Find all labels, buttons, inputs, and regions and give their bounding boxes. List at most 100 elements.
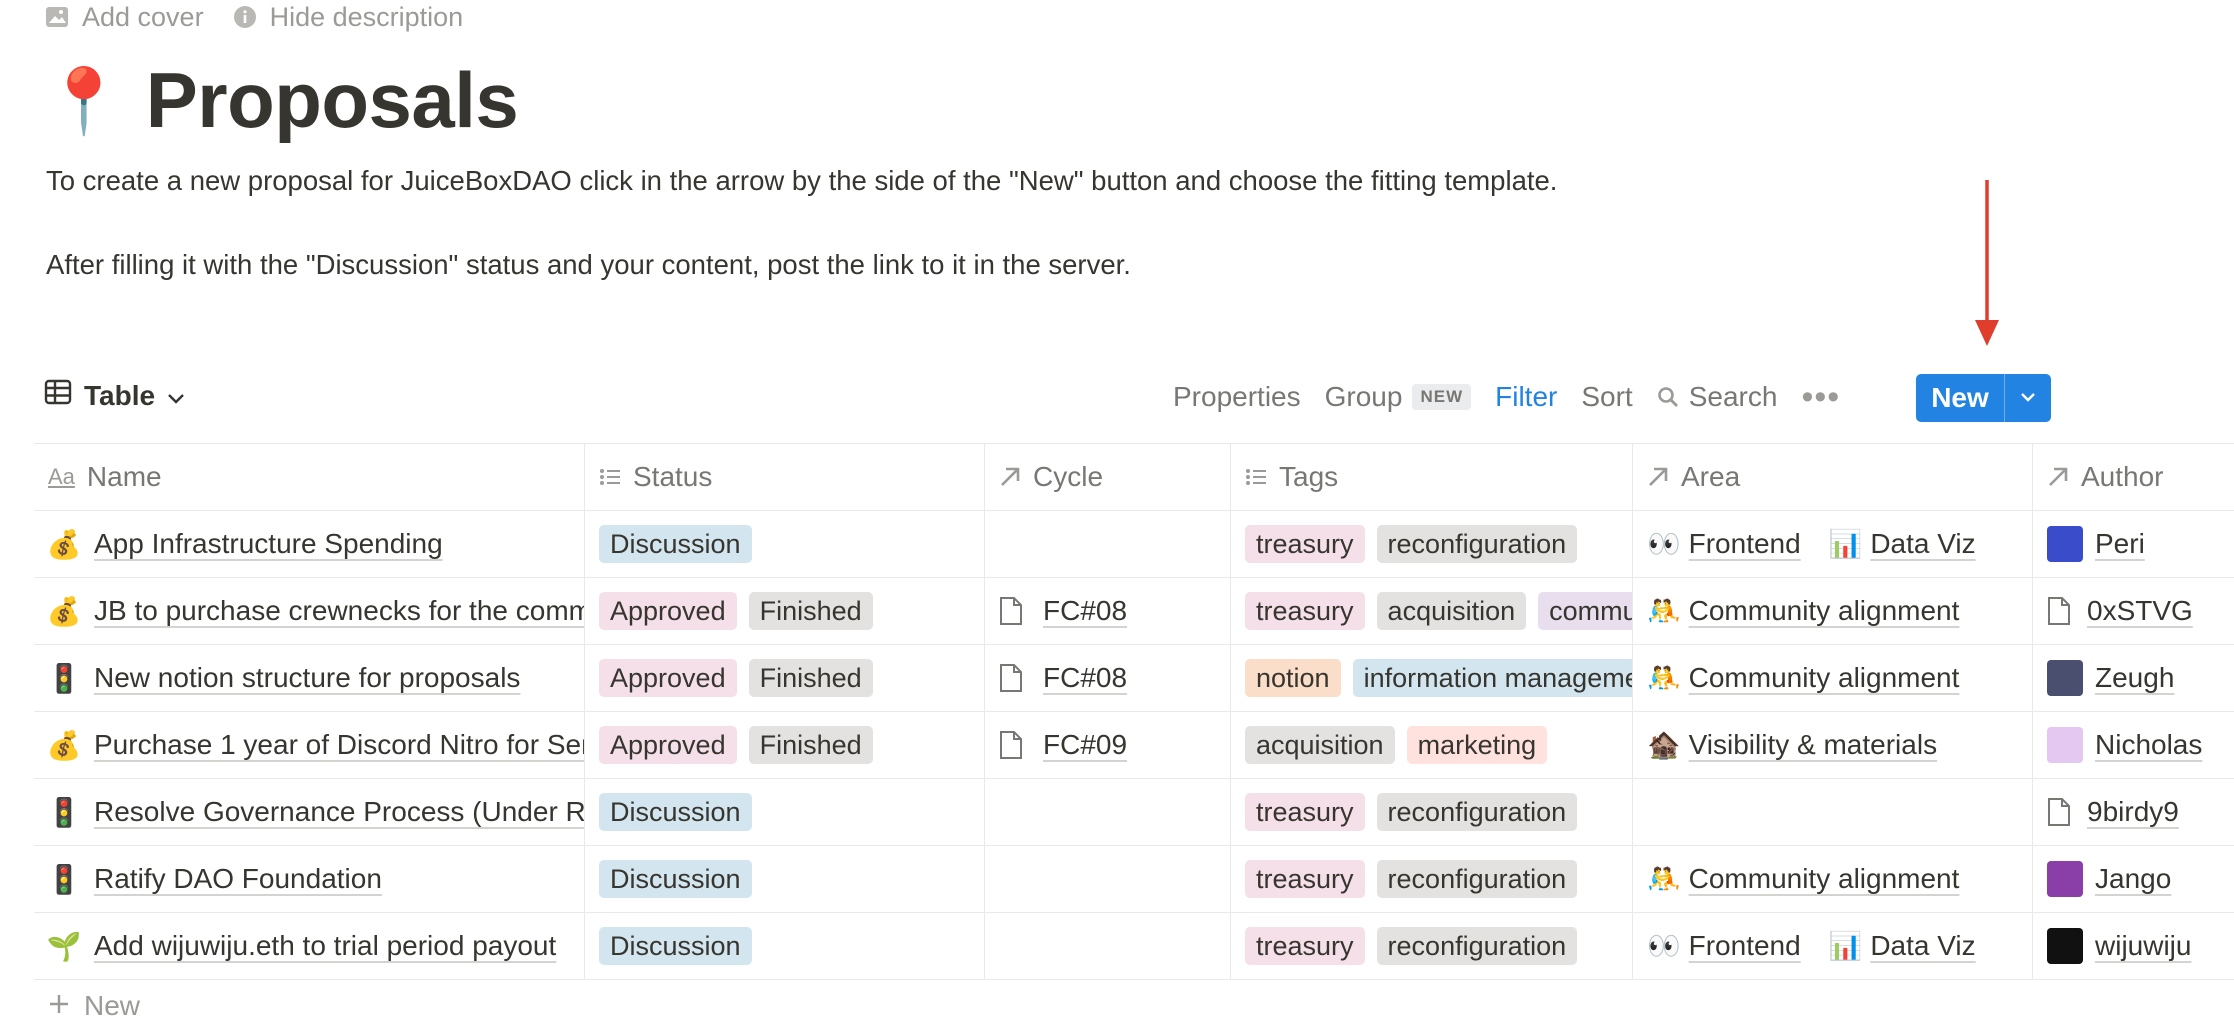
status-cell[interactable]: Discussion xyxy=(585,913,985,979)
tags-cell[interactable]: acquisition marketing xyxy=(1231,712,1633,778)
row-title-link[interactable]: Ratify DAO Foundation xyxy=(94,863,382,895)
cycle-link[interactable]: FC#09 xyxy=(1043,729,1127,761)
status-cell[interactable]: Discussion xyxy=(585,846,985,912)
more-icon[interactable]: ••• xyxy=(1801,378,1840,417)
area-link[interactable]: 📊 Data Viz xyxy=(1829,528,1976,560)
column-header-tags[interactable]: Tags xyxy=(1231,444,1633,510)
column-header-area[interactable]: Area xyxy=(1633,444,2033,510)
filter-button[interactable]: Filter xyxy=(1495,381,1557,413)
column-header-name[interactable]: Aa Name xyxy=(34,444,585,510)
add-cover-button[interactable]: Add cover xyxy=(44,2,204,33)
author-link[interactable]: 9birdy9 xyxy=(2087,796,2179,828)
author-cell[interactable]: Jango xyxy=(2033,846,2234,912)
area-cell[interactable] xyxy=(1633,779,2033,845)
name-cell[interactable]: 💰 App Infrastructure Spending xyxy=(34,511,585,577)
add-row-button[interactable]: New xyxy=(48,990,140,1022)
cycle-cell[interactable]: FC#08 xyxy=(985,578,1231,644)
name-cell[interactable]: 🌱 Add wijuwiju.eth to trial period payout xyxy=(34,913,585,979)
row-title-link[interactable]: Add wijuwiju.eth to trial period payout xyxy=(94,930,556,962)
properties-button[interactable]: Properties xyxy=(1173,381,1301,413)
tags-cell[interactable]: treasury acquisition community xyxy=(1231,578,1633,644)
author-link[interactable]: Nicholas xyxy=(2095,729,2202,761)
author-link[interactable]: Zeugh xyxy=(2095,662,2174,694)
sort-button[interactable]: Sort xyxy=(1581,381,1632,413)
status-cell[interactable]: Approved Finished xyxy=(585,578,985,644)
area-link[interactable]: 🤼 Community alignment xyxy=(1647,863,1959,895)
author-link[interactable]: wijuwiju xyxy=(2095,930,2191,962)
image-icon xyxy=(44,4,70,30)
area-link[interactable]: 🤼 Community alignment xyxy=(1647,662,1959,694)
hide-description-label: Hide description xyxy=(269,1,464,32)
area-cell[interactable]: 🤼 Community alignment xyxy=(1633,645,2033,711)
hide-description-button[interactable]: Hide description xyxy=(232,1,464,33)
author-cell[interactable]: 9birdy9 xyxy=(2033,779,2234,845)
area-link[interactable]: 🤼 Community alignment xyxy=(1647,595,1959,627)
status-cell[interactable]: Discussion xyxy=(585,511,985,577)
author-link[interactable]: Jango xyxy=(2095,863,2171,895)
author-cell[interactable]: wijuwiju xyxy=(2033,913,2234,979)
cycle-cell[interactable]: FC#08 xyxy=(985,645,1231,711)
row-title-link[interactable]: Resolve Governance Process (Under Review… xyxy=(94,796,584,828)
area-link[interactable]: 📊 Data Viz xyxy=(1829,930,1976,962)
cycle-cell[interactable]: FC#09 xyxy=(985,712,1231,778)
cycle-cell[interactable] xyxy=(985,913,1231,979)
area-label: Frontend xyxy=(1688,528,1801,559)
author-cell[interactable]: Nicholas xyxy=(2033,712,2234,778)
cycle-cell[interactable] xyxy=(985,511,1231,577)
search-button[interactable]: Search xyxy=(1657,381,1777,413)
area-link[interactable]: 👀 Frontend xyxy=(1647,930,1801,962)
author-cell[interactable]: 0xSTVG xyxy=(2033,578,2234,644)
new-template-dropdown-button[interactable] xyxy=(2005,374,2051,422)
status-cell[interactable]: Discussion xyxy=(585,779,985,845)
area-icon: 🤼 xyxy=(1647,596,1681,626)
page-description[interactable]: To create a new proposal for JuiceBoxDAO… xyxy=(46,160,1606,286)
table-row: 💰 Purchase 1 year of Discord Nitro for Se… xyxy=(34,712,2234,779)
row-title-link[interactable]: JB to purchase crewnecks for the communi… xyxy=(94,595,584,627)
tags-cell[interactable]: treasury reconfiguration xyxy=(1231,511,1633,577)
status-cell[interactable]: Approved Finished xyxy=(585,712,985,778)
new-button-group: New xyxy=(1916,374,2051,422)
cycle-cell[interactable] xyxy=(985,779,1231,845)
area-cell[interactable]: 👀 Frontend 📊 Data Viz xyxy=(1633,913,2033,979)
name-cell[interactable]: 💰 JB to purchase crewnecks for the commun… xyxy=(34,578,585,644)
name-cell[interactable]: 💰 Purchase 1 year of Discord Nitro for Se… xyxy=(34,712,585,778)
cycle-link[interactable]: FC#08 xyxy=(1043,595,1127,627)
cycle-cell[interactable] xyxy=(985,846,1231,912)
area-link[interactable]: 👀 Frontend xyxy=(1647,528,1801,560)
author-link[interactable]: Peri xyxy=(2095,528,2145,560)
pin-icon[interactable]: 📍 xyxy=(44,69,124,133)
description-line: After filling it with the "Discussion" s… xyxy=(46,249,1131,280)
row-title-link[interactable]: New notion structure for proposals xyxy=(94,662,520,694)
page-title[interactable]: Proposals xyxy=(146,55,519,146)
author-cell[interactable]: Zeugh xyxy=(2033,645,2234,711)
table-row: 💰 App Infrastructure Spending Discussion tr… xyxy=(34,511,2234,578)
name-cell[interactable]: 🚦 New notion structure for proposals xyxy=(34,645,585,711)
name-cell[interactable]: 🚦 Ratify DAO Foundation xyxy=(34,846,585,912)
area-cell[interactable]: 🏚️ Visibility & materials xyxy=(1633,712,2033,778)
tags-cell[interactable]: treasury reconfiguration xyxy=(1231,913,1633,979)
column-header-cycle[interactable]: Cycle xyxy=(985,444,1231,510)
column-header-author[interactable]: Author xyxy=(2033,444,2234,510)
name-cell[interactable]: 🚦 Resolve Governance Process (Under Revie… xyxy=(34,779,585,845)
author-link[interactable]: 0xSTVG xyxy=(2087,595,2193,627)
view-label: Table xyxy=(84,379,156,411)
view-switcher[interactable]: Table xyxy=(44,378,185,413)
area-cell[interactable]: 🤼 Community alignment xyxy=(1633,846,2033,912)
row-title-link[interactable]: App Infrastructure Spending xyxy=(94,528,443,560)
area-cell[interactable]: 🤼 Community alignment xyxy=(1633,578,2033,644)
area-link[interactable]: 🏚️ Visibility & materials xyxy=(1647,729,1937,761)
toolbar-actions: Properties Group NEW Filter Sort Search … xyxy=(1173,372,1864,422)
cycle-link[interactable]: FC#08 xyxy=(1043,662,1127,694)
tags-cell[interactable]: notion information management xyxy=(1231,645,1633,711)
new-button[interactable]: New xyxy=(1916,374,2004,422)
table-header: Aa Name Status Cycle Tags Area Author xyxy=(34,443,2234,511)
tags-cell[interactable]: treasury reconfiguration xyxy=(1231,846,1633,912)
area-cell[interactable]: 👀 Frontend 📊 Data Viz xyxy=(1633,511,2033,577)
row-title-link[interactable]: Purchase 1 year of Discord Nitro for Ser… xyxy=(94,729,584,761)
tags-cell[interactable]: treasury reconfiguration xyxy=(1231,779,1633,845)
tag: treasury xyxy=(1245,927,1365,965)
author-cell[interactable]: Peri xyxy=(2033,511,2234,577)
column-header-status[interactable]: Status xyxy=(585,444,985,510)
group-button[interactable]: Group NEW xyxy=(1325,381,1472,413)
status-cell[interactable]: Approved Finished xyxy=(585,645,985,711)
